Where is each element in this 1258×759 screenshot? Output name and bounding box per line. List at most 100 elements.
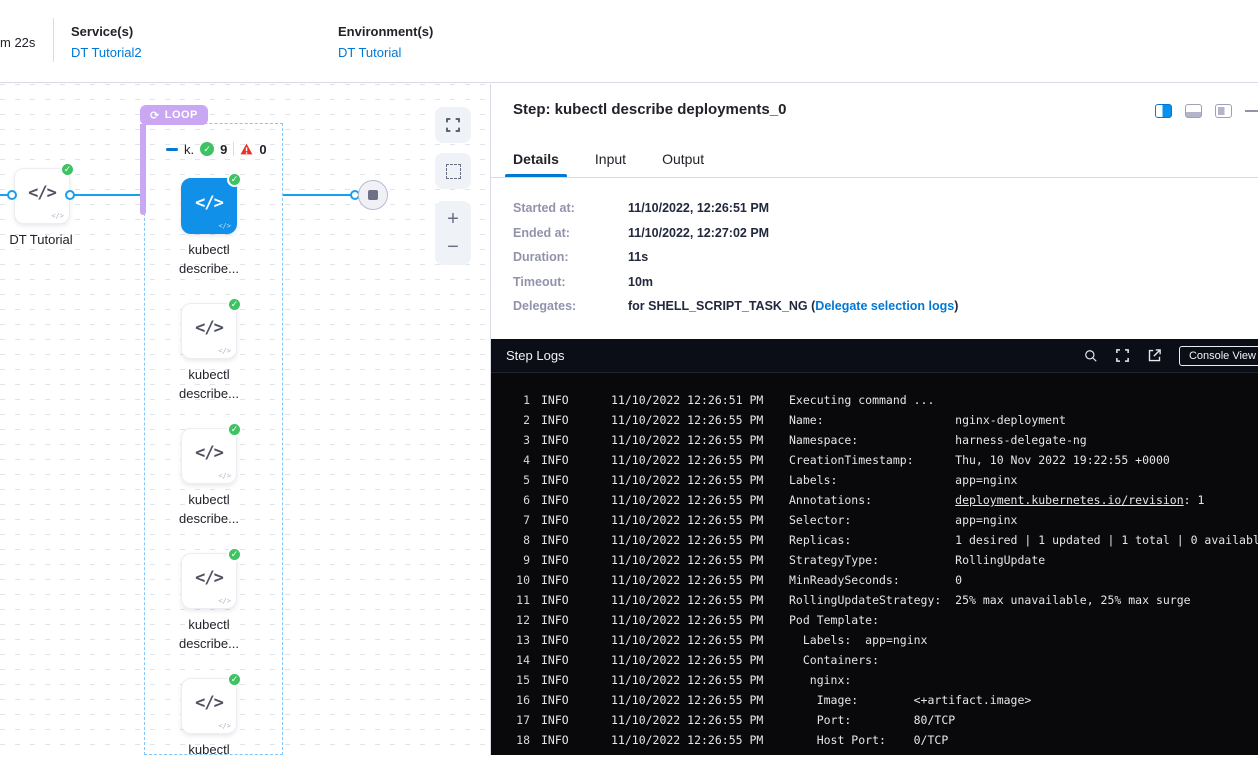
log-timestamp: 11/10/2022 12:26:55 PM bbox=[611, 710, 763, 730]
delegates-text: ) bbox=[954, 299, 958, 313]
loop-badge-label: LOOP bbox=[165, 109, 198, 121]
log-line-13: 13INFO11/10/2022 12:26:55 PM Labels: app… bbox=[491, 630, 1258, 650]
step-logs-console[interactable]: 1INFO11/10/2022 12:26:51 PMExecuting com… bbox=[491, 373, 1258, 755]
loop-bar bbox=[140, 124, 146, 215]
canvas-select-button[interactable] bbox=[435, 153, 471, 189]
success-badge-icon: ✓ bbox=[227, 172, 242, 187]
service-label: Service(s) bbox=[71, 24, 142, 39]
logs-actions: Console View bbox=[1084, 339, 1258, 373]
log-level: INFO bbox=[541, 670, 569, 690]
log-level: INFO bbox=[541, 590, 569, 610]
tab-details[interactable]: Details bbox=[513, 145, 559, 177]
code-icon: </> bbox=[182, 443, 236, 463]
minimize-icon[interactable] bbox=[1245, 110, 1258, 112]
environment-link[interactable]: DT Tutorial bbox=[338, 45, 433, 60]
node-label: kubectldescribe... bbox=[149, 615, 269, 653]
code-icon: </> bbox=[182, 693, 236, 713]
log-timestamp: 11/10/2022 12:26:55 PM bbox=[611, 410, 763, 430]
log-timestamp: 11/10/2022 12:26:55 PM bbox=[611, 510, 763, 530]
log-link[interactable]: deployment.kubernetes.io/revision bbox=[955, 493, 1183, 507]
shell-script-mini-icon: </> bbox=[218, 597, 231, 605]
log-level: INFO bbox=[541, 410, 569, 430]
stage-end-node[interactable] bbox=[358, 180, 388, 210]
log-level: INFO bbox=[541, 630, 569, 650]
warning-triangle-icon bbox=[240, 143, 253, 155]
zoom-out-button[interactable]: − bbox=[435, 237, 471, 257]
log-timestamp: 11/10/2022 12:26:55 PM bbox=[611, 450, 763, 470]
pipeline-canvas[interactable]: </> </> ✓ DT Tutorial ⟳ LOOP k. ✓ 9 0 </… bbox=[0, 84, 491, 755]
node-label: kubectl bbox=[149, 740, 269, 759]
log-message: Labels: app=nginx bbox=[789, 630, 927, 650]
log-line-number: 16 bbox=[506, 690, 530, 710]
log-line-9: 9INFO11/10/2022 12:26:55 PMStrategyType:… bbox=[491, 550, 1258, 570]
canvas-fullscreen-button[interactable] bbox=[435, 107, 471, 143]
log-message: Host Port: 0/TCP bbox=[789, 730, 948, 750]
detail-value: 11s bbox=[628, 251, 648, 265]
log-level: INFO bbox=[541, 510, 569, 530]
node-label: kubectldescribe... bbox=[149, 490, 269, 528]
tab-input[interactable]: Input bbox=[595, 145, 626, 177]
tab-output[interactable]: Output bbox=[662, 145, 704, 177]
log-message: Labels: app=nginx bbox=[789, 470, 1017, 490]
log-timestamp: 11/10/2022 12:26:55 PM bbox=[611, 690, 763, 710]
open-in-new-icon[interactable] bbox=[1147, 348, 1162, 363]
zoom-in-button[interactable]: + bbox=[435, 209, 471, 229]
node-kubectl-describe-0[interactable]: </></>✓ bbox=[181, 178, 237, 234]
detail-value: for SHELL_SCRIPT_TASK_NG (Delegate selec… bbox=[628, 300, 958, 314]
right-view-icon[interactable] bbox=[1215, 104, 1232, 118]
loop-badge[interactable]: ⟳ LOOP bbox=[140, 105, 208, 125]
log-line-16: 16INFO11/10/2022 12:26:55 PM Image: <+ar… bbox=[491, 690, 1258, 710]
log-timestamp: 11/10/2022 12:26:55 PM bbox=[611, 730, 763, 750]
detail-label: Duration: bbox=[513, 251, 628, 265]
log-level: INFO bbox=[541, 710, 569, 730]
log-line-number: 18 bbox=[506, 730, 530, 750]
success-badge-icon: ✓ bbox=[227, 672, 242, 687]
shell-script-mini-icon: </> bbox=[51, 212, 64, 220]
code-icon: </> bbox=[15, 183, 69, 203]
connector-port bbox=[7, 190, 17, 200]
node-kubectl-describe-1[interactable]: </></>✓ bbox=[181, 303, 237, 359]
elapsed-time: m 22s bbox=[0, 35, 35, 50]
split-view-icon[interactable] bbox=[1155, 104, 1172, 118]
log-line-number: 4 bbox=[506, 450, 530, 470]
log-line-number: 17 bbox=[506, 710, 530, 730]
console-view-button[interactable]: Console View bbox=[1179, 346, 1258, 366]
log-message: StrategyType: RollingUpdate bbox=[789, 550, 1045, 570]
log-line-1: 1INFO11/10/2022 12:26:51 PMExecuting com… bbox=[491, 390, 1258, 410]
collapse-icon[interactable] bbox=[166, 148, 178, 151]
log-line-number: 5 bbox=[506, 470, 530, 490]
fullscreen-logs-icon[interactable] bbox=[1115, 348, 1130, 363]
environment-block: Environment(s) DT Tutorial bbox=[338, 24, 433, 60]
service-link[interactable]: DT Tutorial2 bbox=[71, 45, 142, 60]
node-kubectl-describe-2[interactable]: </></>✓ bbox=[181, 428, 237, 484]
node-label: kubectldescribe... bbox=[149, 240, 269, 278]
delegate-selection-logs-link[interactable]: Delegate selection logs bbox=[815, 299, 954, 313]
search-icon[interactable] bbox=[1084, 349, 1098, 363]
loop-group-header: k. ✓ 9 0 bbox=[166, 141, 267, 157]
log-timestamp: 11/10/2022 12:26:55 PM bbox=[611, 650, 763, 670]
bottom-view-icon[interactable] bbox=[1185, 104, 1202, 118]
success-count-icon: ✓ bbox=[200, 142, 214, 156]
log-message: nginx: bbox=[789, 670, 851, 690]
node-dt-tutorial[interactable]: </> </> ✓ bbox=[14, 168, 70, 224]
log-level: INFO bbox=[541, 430, 569, 450]
log-line-12: 12INFO11/10/2022 12:26:55 PMPod Template… bbox=[491, 610, 1258, 630]
node-kubectl-describe-4[interactable]: </></>✓ bbox=[181, 678, 237, 734]
log-message: Image: <+artifact.image> bbox=[789, 690, 1031, 710]
log-message: MinReadySeconds: 0 bbox=[789, 570, 962, 590]
step-tabs: Details Input Output bbox=[491, 145, 1258, 178]
detail-label: Started at: bbox=[513, 202, 628, 216]
log-line-14: 14INFO11/10/2022 12:26:55 PM Containers: bbox=[491, 650, 1258, 670]
log-level: INFO bbox=[541, 610, 569, 630]
log-timestamp: 11/10/2022 12:26:51 PM bbox=[611, 390, 763, 410]
stop-icon bbox=[368, 190, 378, 200]
shell-script-mini-icon: </> bbox=[218, 222, 231, 230]
log-line-18: 18INFO11/10/2022 12:26:55 PM Host Port: … bbox=[491, 730, 1258, 750]
log-timestamp: 11/10/2022 12:26:55 PM bbox=[611, 530, 763, 550]
node-kubectl-describe-3[interactable]: </></>✓ bbox=[181, 553, 237, 609]
log-timestamp: 11/10/2022 12:26:55 PM bbox=[611, 470, 763, 490]
log-timestamp: 11/10/2022 12:26:55 PM bbox=[611, 590, 763, 610]
node-label: kubectldescribe... bbox=[149, 365, 269, 403]
log-line-17: 17INFO11/10/2022 12:26:55 PM Port: 80/TC… bbox=[491, 710, 1258, 730]
detail-value: 11/10/2022, 12:27:02 PM bbox=[628, 227, 769, 241]
